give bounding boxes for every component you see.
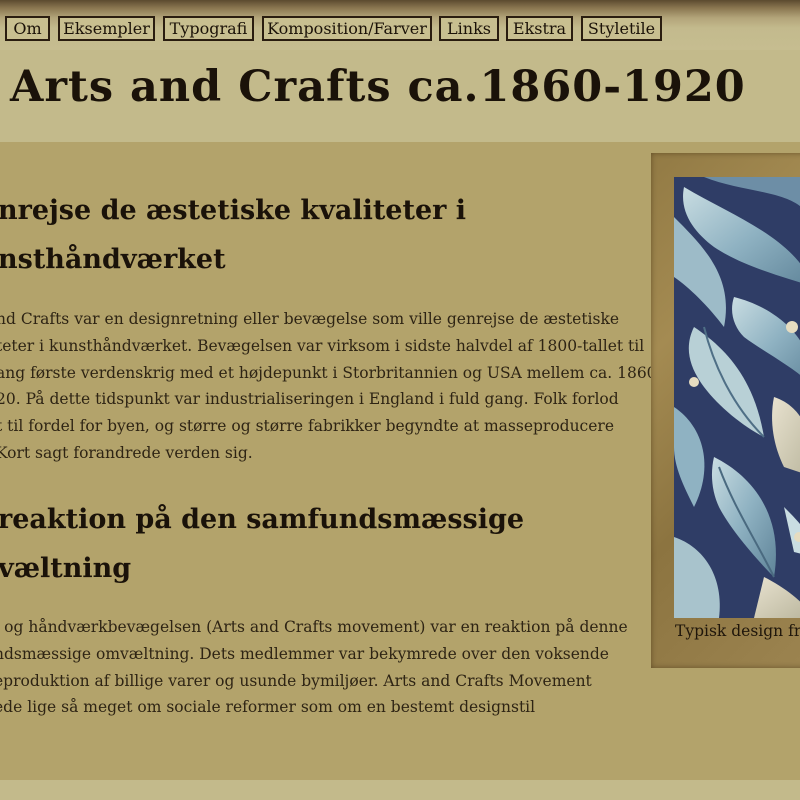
heading-line: nsthåndværket bbox=[0, 244, 226, 275]
top-navigation-bar: Om Eksempler Typografi Komposition/Farve… bbox=[0, 0, 800, 50]
paragraph-line: Kort sagt forandrede verden sig. bbox=[0, 443, 253, 462]
section-paragraph-intro: nd Crafts var en designretning eller bev… bbox=[0, 306, 657, 467]
paragraph-line: - og håndværkbevægelsen (Arts and Crafts… bbox=[0, 618, 628, 636]
page-root: Om Eksempler Typografi Komposition/Farve… bbox=[0, 0, 800, 800]
nav-button-ekstra[interactable]: Ekstra bbox=[506, 16, 573, 41]
heading-line: nrejse de æstetiske kvaliteter i bbox=[0, 195, 467, 226]
paragraph-line: t til fordel for byen, og større og stør… bbox=[0, 417, 614, 436]
heading-line: væltning bbox=[0, 553, 132, 584]
nav-button-typografi[interactable]: Typografi bbox=[163, 16, 254, 41]
footer-strip bbox=[0, 780, 800, 800]
acanthus-pattern-image bbox=[674, 177, 800, 618]
figure-caption: Typisk design fra bbox=[675, 622, 800, 640]
section-paragraph-movement: - og håndværkbevægelsen (Arts and Crafts… bbox=[0, 614, 628, 721]
heading-line: reaktion på den samfundsmæssige bbox=[0, 504, 525, 535]
section-heading-aesthetic-qualities: nrejse de æstetiske kvaliteter i nsthånd… bbox=[0, 186, 467, 284]
nav-button-links[interactable]: Links bbox=[439, 16, 499, 41]
paragraph-line: nd Crafts var en designretning eller bev… bbox=[0, 310, 620, 328]
paragraph-line: ndsmæssige omvæltning. Dets medlemmer va… bbox=[0, 644, 609, 663]
nav-button-om[interactable]: Om bbox=[5, 16, 50, 41]
section-heading-social-reaction: reaktion på den samfundsmæssige væltning bbox=[0, 495, 525, 593]
paragraph-line: ang første verdenskrig med et højdepunkt… bbox=[0, 363, 657, 382]
paragraph-line: teter i kunsthåndværket. Bevægelsen var … bbox=[0, 336, 645, 355]
page-title: Arts and Crafts ca.1860-1920 bbox=[10, 62, 746, 112]
paragraph-line: 20. På dette tidspunkt var industrialise… bbox=[0, 390, 619, 409]
acanthus-leaf-pattern-icon bbox=[674, 177, 800, 618]
paragraph-line: eproduktion af billige varer og usunde b… bbox=[0, 671, 592, 690]
paragraph-line: ede lige så meget om sociale reformer so… bbox=[0, 698, 536, 717]
nav-button-eksempler[interactable]: Eksempler bbox=[58, 16, 155, 41]
nav-button-komposition-farver[interactable]: Komposition/Farver bbox=[262, 16, 432, 41]
nav-button-styletile[interactable]: Styletile bbox=[581, 16, 662, 41]
